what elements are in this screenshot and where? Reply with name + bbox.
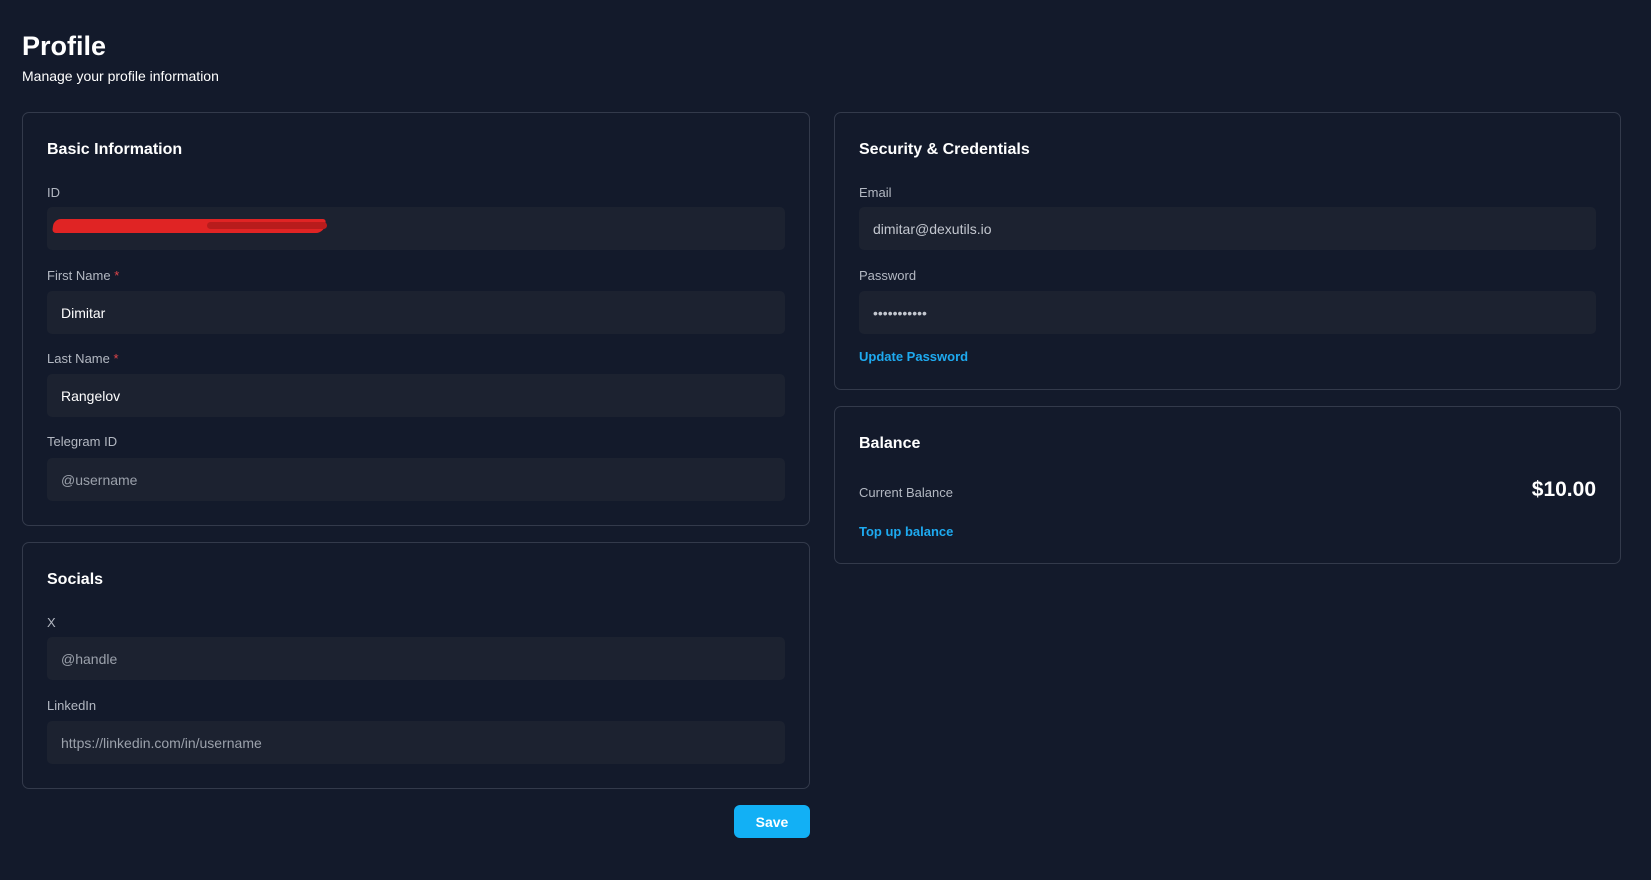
update-password-link[interactable]: Update Password — [859, 349, 968, 364]
password-field — [859, 291, 1596, 334]
save-button[interactable]: Save — [734, 805, 810, 838]
balance-amount: $10.00 — [1531, 478, 1596, 501]
card-title: Balance — [859, 435, 921, 452]
page-subtitle: Manage your profile information — [22, 68, 219, 84]
id-label: ID — [47, 185, 60, 200]
last-name-input[interactable] — [47, 374, 785, 417]
x-handle-input[interactable] — [47, 637, 785, 680]
linkedin-input[interactable] — [47, 721, 785, 764]
telegram-id-input[interactable] — [47, 458, 785, 501]
password-label: Password — [859, 268, 917, 283]
current-balance-label: Current Balance — [859, 485, 953, 500]
socials-card: Socials X LinkedIn — [22, 542, 810, 789]
card-title: Basic Information — [47, 141, 183, 158]
first-name-input[interactable] — [47, 291, 785, 334]
card-title: Security & Credentials — [859, 141, 1030, 158]
security-credentials-card: Security & Credentials Email Password Up… — [834, 112, 1621, 390]
email-field — [859, 207, 1596, 250]
required-marker: * — [113, 351, 119, 366]
telegram-id-label: Telegram ID — [47, 434, 118, 449]
required-marker: * — [114, 268, 120, 283]
card-title: Socials — [47, 571, 104, 588]
id-field — [47, 207, 785, 250]
email-label: Email — [859, 185, 892, 200]
first-name-label: First Name * — [47, 268, 120, 283]
top-up-balance-link[interactable]: Top up balance — [859, 524, 953, 539]
linkedin-label: LinkedIn — [47, 698, 97, 713]
x-label: X — [47, 615, 56, 630]
last-name-label: Last Name * — [47, 351, 119, 366]
page-title: Profile — [22, 31, 107, 61]
balance-card: Balance Current Balance $10.00 Top up ba… — [834, 406, 1621, 564]
basic-information-card: Basic Information ID First Name * Last N… — [22, 112, 810, 526]
page-header: Profile Manage your profile information — [22, 28, 219, 84]
redaction-mark — [207, 222, 327, 229]
